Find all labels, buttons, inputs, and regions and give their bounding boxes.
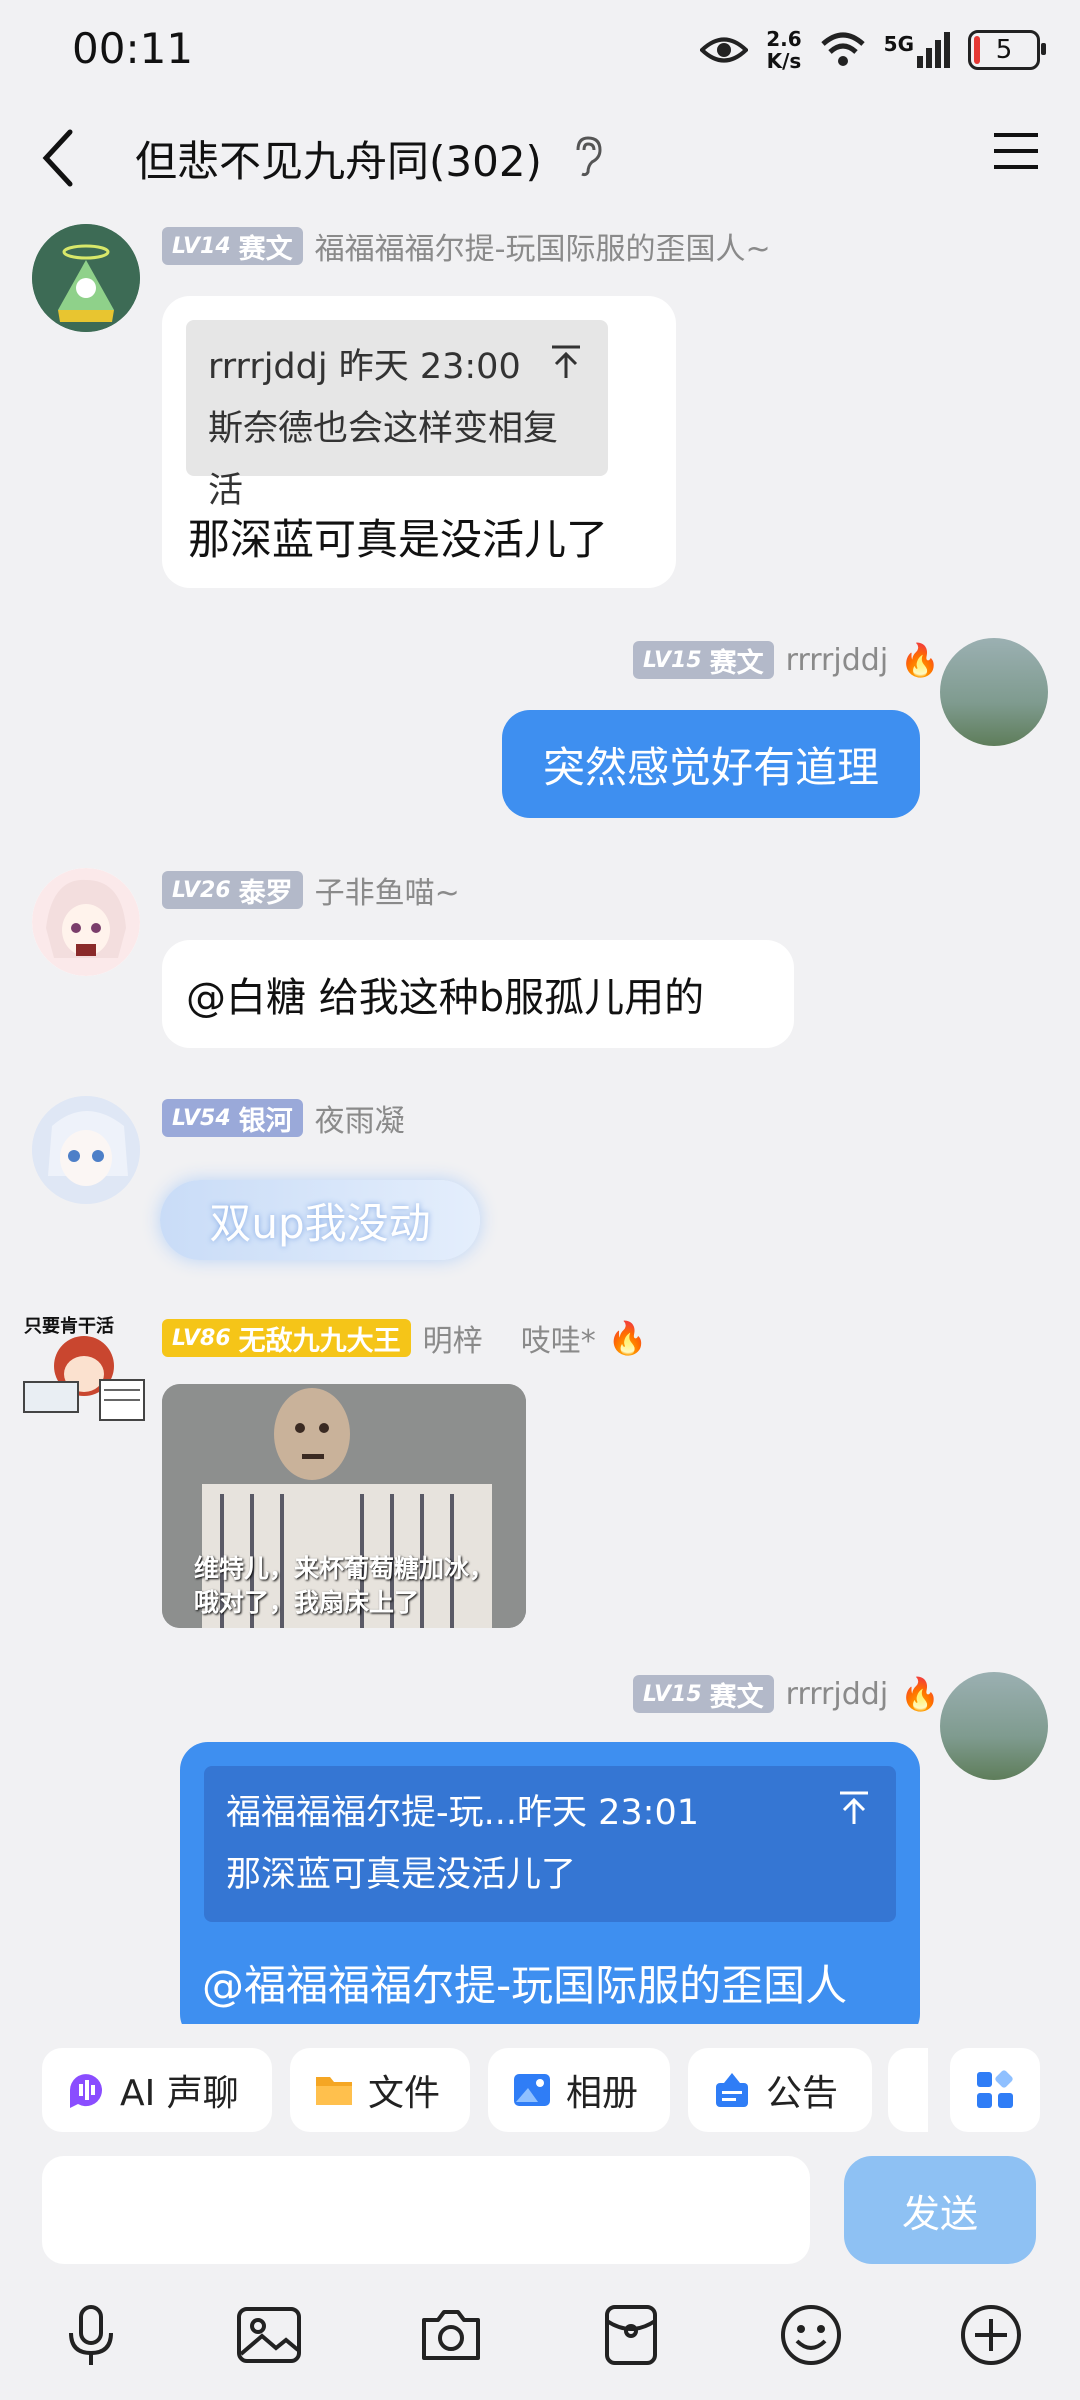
fire-icon: 🔥	[900, 1675, 940, 1713]
quoted-message[interactable]: rrrrjddj 昨天 23:00 斯奈德也会这样变相复活	[186, 320, 608, 511]
announcement-button[interactable]: 公告	[688, 2048, 872, 2132]
message-text: 突然感觉好有道理	[542, 742, 879, 792]
level-badge: LV15 赛文	[633, 641, 774, 679]
chip-label: AI 声聊	[120, 2073, 239, 2114]
quote-text: 斯奈德也会这样变相复活	[208, 409, 559, 511]
nickname: 子非鱼喵~	[314, 876, 460, 911]
album-icon	[514, 2074, 550, 2106]
quoted-message[interactable]: 福福福福尔提-玩...昨天 23:01 那深蓝可真是没活儿了	[204, 1766, 896, 1922]
folder-icon	[316, 2077, 352, 2105]
wifi-icon	[820, 32, 865, 66]
image-icon[interactable]	[234, 2300, 304, 2370]
chip-label: 文件	[368, 2073, 441, 2114]
red-packet-icon[interactable]	[596, 2300, 666, 2370]
message-bubble[interactable]: 突然感觉好有道理	[502, 710, 920, 818]
level-badge: LV14 赛文	[162, 227, 303, 265]
quote-author: rrrrjddj 昨天 23:00	[208, 347, 521, 387]
more-chip-partial[interactable]	[888, 2048, 928, 2132]
emoji-icon[interactable]	[776, 2300, 846, 2370]
image-caption: 维特儿，来杯葡萄糖加冰，哦对了，我扇床上了	[194, 1554, 495, 1617]
message-meta: LV54 银河 夜雨凝	[162, 1098, 405, 1139]
fire-icon: 🔥	[607, 1319, 648, 1357]
status-bar: 00:11 2.6 K/s 5G 5	[0, 0, 1080, 100]
chat-title: 但悲不见九舟同(302)	[135, 137, 542, 186]
message-text: 双up我没动	[209, 1198, 431, 1248]
message-bubble[interactable]: 福福福福尔提-玩...昨天 23:01 那深蓝可真是没活儿了 @福福福福尔提-玩…	[180, 1742, 920, 2042]
message-input[interactable]	[42, 2156, 810, 2264]
message-bubble[interactable]: 双up我没动	[160, 1180, 480, 1260]
nickname: 明梓 吱哇*	[422, 1324, 596, 1359]
avatar[interactable]	[32, 1096, 140, 1204]
chip-label: 相册	[566, 2073, 639, 2114]
avatar[interactable]	[32, 868, 140, 976]
message-text: @福福福福尔提-玩国际服的歪国人	[202, 1961, 848, 2010]
jump-to-quote-icon[interactable]	[550, 338, 582, 400]
chip-label: 公告	[766, 2073, 839, 2114]
message-meta: LV15 赛文 rrrrjddj 🔥	[633, 1674, 940, 1714]
status-icons: 2.6 K/s 5G 5	[700, 27, 1046, 73]
avatar[interactable]	[32, 224, 140, 332]
menu-icon[interactable]	[992, 130, 1040, 172]
net-speed: 2.6 K/s	[766, 27, 802, 73]
avatar[interactable]	[940, 1672, 1048, 1780]
message-meta: LV15 赛文 rrrrjddj 🔥	[633, 640, 940, 680]
quote-author: 福福福福尔提-玩...昨天 23:01	[226, 1793, 699, 1833]
message-meta: LV26 泰罗 子非鱼喵~	[162, 870, 460, 911]
back-arrow-icon[interactable]	[38, 128, 78, 188]
image-message[interactable]: 维特儿，来杯葡萄糖加冰，哦对了，我扇床上了	[162, 1384, 526, 1628]
album-button[interactable]: 相册	[488, 2048, 670, 2132]
avatar[interactable]: 只要肯干活	[20, 1310, 154, 1434]
plus-icon[interactable]	[956, 2300, 1026, 2370]
camera-icon[interactable]	[416, 2300, 486, 2370]
ai-voice-chat-button[interactable]: AI 声聊	[42, 2048, 272, 2132]
avatar[interactable]	[940, 638, 1048, 746]
ai-voice-icon	[70, 2074, 102, 2108]
eye-icon	[700, 37, 749, 63]
fire-icon: 🔥	[900, 641, 940, 679]
status-time: 00:11	[72, 24, 194, 73]
nickname: 夜雨凝	[314, 1104, 405, 1139]
message-bubble[interactable]: @白糖 给我这种b服孤儿用的	[162, 940, 794, 1048]
send-button[interactable]: 发送	[844, 2156, 1036, 2264]
nickname: 福福福福尔提-玩国际服的歪国人~	[314, 232, 771, 267]
jump-to-quote-icon[interactable]	[838, 1784, 870, 1846]
message-meta: LV86 无敌九九大王 明梓 吱哇* 🔥	[162, 1318, 648, 1359]
level-badge: LV86 无敌九九大王	[162, 1319, 411, 1357]
level-badge: LV15 赛文	[633, 1675, 774, 1713]
battery-icon: 5	[968, 30, 1046, 70]
level-badge: LV26 泰罗	[162, 871, 303, 909]
file-button[interactable]: 文件	[290, 2048, 470, 2132]
nickname: rrrrjddj	[785, 642, 889, 678]
message-text: 那深蓝可真是没活儿了	[188, 515, 609, 564]
nickname: rrrrjddj	[785, 1676, 889, 1712]
apps-grid-button[interactable]	[950, 2048, 1040, 2132]
apps-grid-icon	[977, 2070, 1013, 2108]
microphone-icon[interactable]	[56, 2300, 126, 2370]
message-text: @白糖 给我这种b服孤儿用的	[186, 975, 705, 1021]
ear-icon[interactable]	[570, 134, 606, 178]
announcement-icon	[716, 2073, 748, 2107]
message-bubble[interactable]: rrrrjddj 昨天 23:00 斯奈德也会这样变相复活 那深蓝可真是没活儿了	[162, 296, 676, 588]
level-badge: LV54 银河	[162, 1099, 303, 1137]
cell-signal-icon: 5G	[884, 32, 950, 68]
message-meta: LV14 赛文 福福福福尔提-玩国际服的歪国人~	[162, 226, 771, 267]
quote-text: 那深蓝可真是没活儿了	[226, 1855, 577, 1895]
